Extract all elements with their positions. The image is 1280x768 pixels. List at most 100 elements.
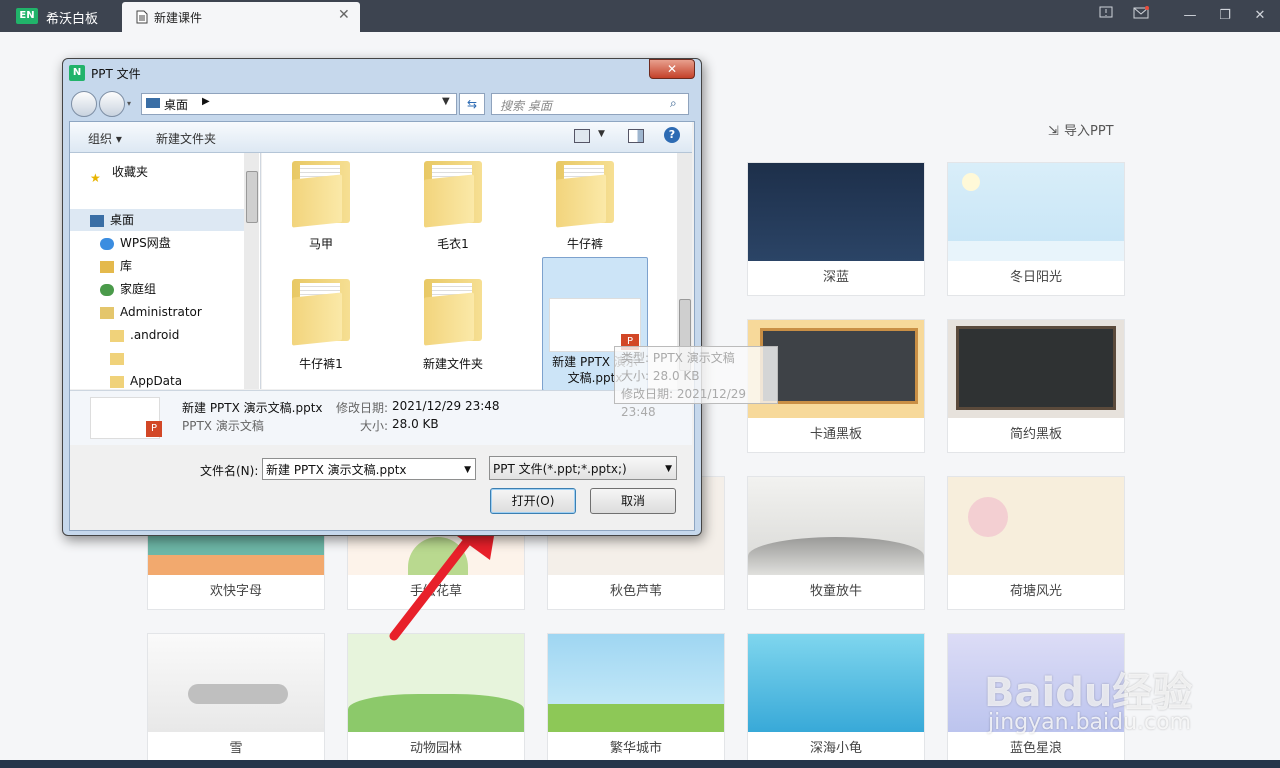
- import-ppt-button[interactable]: ⇲ 导入PPT: [1048, 120, 1114, 139]
- nav-label: Administrator: [120, 305, 202, 319]
- cancel-button[interactable]: 取消: [590, 488, 676, 514]
- refresh-icon[interactable]: ⇆: [459, 93, 485, 115]
- template-thumbnail: [748, 634, 924, 732]
- template-name: 卡通黑板: [809, 427, 862, 442]
- watermark-url: jingyan.baidu.com: [988, 710, 1192, 735]
- organize-button[interactable]: 组织 ▾: [88, 130, 122, 147]
- folder-item[interactable]: [286, 157, 356, 228]
- homegroup-icon: [100, 283, 114, 296]
- details-date-label: 修改日期:: [336, 401, 389, 415]
- template-name: 牧童放牛: [809, 584, 862, 599]
- template-thumbnail: [748, 477, 924, 575]
- details-pane: P 新建 PPTX 演示文稿.pptx 修改日期: 2021/12/29 23:…: [70, 390, 692, 445]
- template-thumbnail: [748, 163, 924, 261]
- dialog-title: PPT 文件: [91, 67, 141, 81]
- user-folder-icon: [100, 306, 114, 319]
- filename-input[interactable]: 新建 PPTX 演示文稿.pptx ▼: [262, 458, 476, 480]
- view-dropdown-icon[interactable]: ▼: [598, 129, 605, 139]
- template-card[interactable]: 荷塘风光: [947, 476, 1125, 610]
- preview-pane-icon[interactable]: [628, 129, 644, 143]
- template-thumbnail: [948, 320, 1124, 418]
- app-logo-icon: EN: [16, 8, 38, 24]
- folder-item[interactable]: [286, 275, 356, 346]
- tooltip-type: 类型: PPTX 演示文稿: [621, 351, 735, 365]
- filename-label: 文件名(N):: [200, 464, 259, 478]
- minimize-icon[interactable]: —: [1180, 6, 1200, 26]
- new-folder-button[interactable]: 新建文件夹: [156, 130, 216, 147]
- address-bar[interactable]: 桌面 ▶ ▼: [141, 93, 457, 115]
- nav-label: AppData: [130, 374, 183, 388]
- search-input[interactable]: 搜索 桌面 ⌕: [491, 93, 689, 115]
- import-label: 导入PPT: [1064, 124, 1114, 139]
- open-button[interactable]: 打开(O): [490, 488, 576, 514]
- history-dropdown-icon[interactable]: ▾: [127, 99, 131, 108]
- app-name: 希沃白板: [46, 12, 99, 27]
- template-card[interactable]: 深海小龟: [747, 633, 925, 767]
- open-file-dialog: N PPT 文件 ✕ ▾ 桌面 ▶ ▼ ⇆ 搜索 桌面 ⌕ 组织 ▾ 新建文件夹…: [62, 58, 702, 536]
- search-placeholder: 搜索 桌面: [500, 99, 552, 113]
- nav-scrollbar[interactable]: [244, 153, 259, 389]
- template-card[interactable]: 深蓝: [747, 162, 925, 296]
- file-name: 毛衣1: [437, 237, 469, 251]
- nav-label: WPS网盘: [120, 236, 171, 250]
- view-options-icon[interactable]: [574, 129, 590, 143]
- close-window-icon[interactable]: ✕: [1250, 6, 1270, 26]
- template-card[interactable]: 冬日阳光: [947, 162, 1125, 296]
- template-name: 深蓝: [822, 270, 849, 285]
- breadcrumb-arrow-icon[interactable]: ▶: [202, 96, 210, 107]
- mail-icon[interactable]: [1131, 6, 1151, 26]
- forward-button[interactable]: [99, 91, 125, 117]
- close-tab-icon[interactable]: ✕: [338, 7, 350, 23]
- details-type: PPTX 演示文稿: [182, 419, 264, 433]
- folder-item[interactable]: [550, 157, 620, 228]
- file-name: 新建文件夹: [422, 357, 483, 371]
- filename-dropdown-icon[interactable]: ▼: [464, 459, 471, 481]
- file-name: 牛仔裤: [566, 237, 603, 251]
- navigation-pane: ★ 收藏夹 桌面 WPS网盘 库 家庭组 Administrator .andro…: [70, 153, 261, 389]
- template-thumbnail: [948, 163, 1124, 261]
- template-card[interactable]: 动物园林: [347, 633, 525, 767]
- file-type-select[interactable]: PPT 文件(*.ppt;*.pptx;) ▼: [489, 456, 677, 480]
- search-icon: ⌕: [670, 96, 677, 110]
- folder-icon: [110, 329, 124, 342]
- template-name: 欢快字母: [209, 584, 262, 599]
- folder-icon: [110, 352, 124, 365]
- dialog-close-button[interactable]: ✕: [649, 59, 695, 79]
- template-card[interactable]: 简约黑板: [947, 319, 1125, 453]
- tab-new-courseware[interactable]: 新建课件 ✕: [122, 2, 360, 32]
- file-name: 牛仔裤1: [299, 357, 343, 371]
- template-name: 秋色芦苇: [609, 584, 662, 599]
- app-tab[interactable]: EN 希沃白板: [0, 0, 118, 32]
- back-button[interactable]: [71, 91, 97, 117]
- template-card[interactable]: 繁华城市: [547, 633, 725, 767]
- nav-label: 收藏夹: [112, 165, 149, 179]
- feedback-icon[interactable]: [1096, 6, 1116, 26]
- nav-label: .android: [130, 328, 180, 342]
- file-type-value: PPT 文件(*.ppt;*.pptx;): [493, 462, 627, 476]
- nav-label: 家庭组: [120, 282, 157, 296]
- address-text: 桌面: [164, 98, 189, 112]
- desktop-icon: [146, 98, 160, 108]
- pptx-icon: P: [146, 421, 162, 437]
- library-icon: [100, 260, 114, 273]
- folder-item[interactable]: [418, 157, 488, 228]
- desktop-icon: [90, 214, 104, 227]
- nav-item-favorites[interactable]: ★ 收藏夹: [90, 161, 264, 185]
- folder-item[interactable]: [418, 275, 488, 346]
- help-icon[interactable]: ?: [664, 127, 680, 143]
- template-card[interactable]: 牧童放牛: [747, 476, 925, 610]
- template-thumbnail: [548, 634, 724, 732]
- file-type-dropdown-icon[interactable]: ▼: [665, 457, 672, 481]
- address-dropdown-icon[interactable]: ▼: [442, 96, 450, 107]
- nav-label: 库: [120, 259, 133, 273]
- star-icon: ★: [90, 170, 101, 185]
- tooltip-date: 修改日期: 2021/12/29 23:48: [621, 387, 747, 419]
- restore-icon[interactable]: ❐: [1215, 6, 1235, 26]
- template-card[interactable]: 雪: [147, 633, 325, 767]
- nav-item-desktop[interactable]: 桌面: [70, 209, 244, 231]
- tooltip-size: 大小: 28.0 KB: [621, 369, 700, 383]
- filename-value: 新建 PPTX 演示文稿.pptx: [266, 463, 407, 477]
- template-thumbnail: [948, 477, 1124, 575]
- cloud-icon: [100, 237, 114, 250]
- dialog-app-icon: N: [69, 65, 85, 81]
